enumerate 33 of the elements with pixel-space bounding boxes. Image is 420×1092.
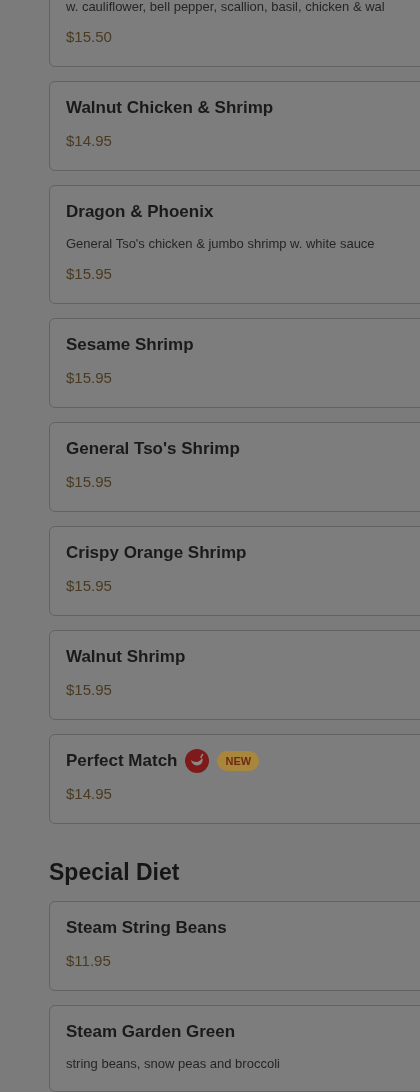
menu-item-card[interactable]: w. cauliflower, bell pepper, scallion, basil, chicken & wal $15.50 bbox=[49, 0, 420, 67]
item-price: $15.95 bbox=[66, 472, 113, 492]
menu-item-card[interactable]: Steam String Beans $11.95 bbox=[49, 901, 420, 991]
item-price: $15.95 bbox=[66, 368, 113, 388]
item-price: $15.95 bbox=[66, 264, 113, 284]
item-name: Dragon & Phoenix bbox=[66, 201, 214, 224]
section-heading: Special Diet bbox=[49, 858, 181, 886]
item-name: Walnut Shrimp bbox=[66, 646, 186, 669]
item-price: $15.95 bbox=[66, 680, 113, 700]
item-description: w. cauliflower, bell pepper, scallion, basil, chicken & wal bbox=[66, 0, 386, 16]
item-name: Steam Garden Green bbox=[66, 1021, 236, 1044]
item-description: General Tso's chicken & jumbo shrimp w. white sauce bbox=[66, 235, 376, 253]
item-price: $14.95 bbox=[66, 784, 113, 804]
menu-item-card[interactable]: Walnut Chicken & Shrimp $14.95 bbox=[49, 81, 420, 171]
item-name: Sesame Shrimp bbox=[66, 334, 194, 357]
item-price: $15.95 bbox=[66, 576, 113, 596]
menu-item-card[interactable]: Crispy Orange Shrimp $15.95 bbox=[49, 526, 420, 616]
item-description: string beans, snow peas and broccoli bbox=[66, 1055, 281, 1073]
item-price: $11.95 bbox=[66, 951, 112, 971]
item-price: $15.50 bbox=[66, 27, 113, 47]
menu-item-card[interactable]: Dragon & Phoenix General Tso's chicken & jumbo shrimp w. white sauce $15.95 bbox=[49, 185, 420, 304]
menu-item-card[interactable]: Steam Garden Green string beans, snow peas and broccoli bbox=[49, 1005, 420, 1092]
menu-item-card[interactable]: Perfect Match NEW $14.95 bbox=[49, 734, 420, 824]
new-tag: NEW bbox=[217, 750, 260, 772]
item-name: Crispy Orange Shrimp bbox=[66, 542, 247, 565]
item-price: $14.95 bbox=[66, 131, 113, 151]
menu-item-card[interactable]: Walnut Shrimp $15.95 bbox=[49, 630, 420, 720]
item-name: Walnut Chicken & Shrimp bbox=[66, 97, 274, 120]
item-name: Perfect Match bbox=[66, 750, 178, 773]
item-name: Steam String Beans bbox=[66, 917, 227, 940]
item-name: General Tso's Shrimp bbox=[66, 438, 240, 461]
menu-item-card[interactable]: General Tso's Shrimp $15.95 bbox=[49, 422, 420, 512]
menu-item-card[interactable]: Sesame Shrimp $15.95 bbox=[49, 318, 420, 408]
